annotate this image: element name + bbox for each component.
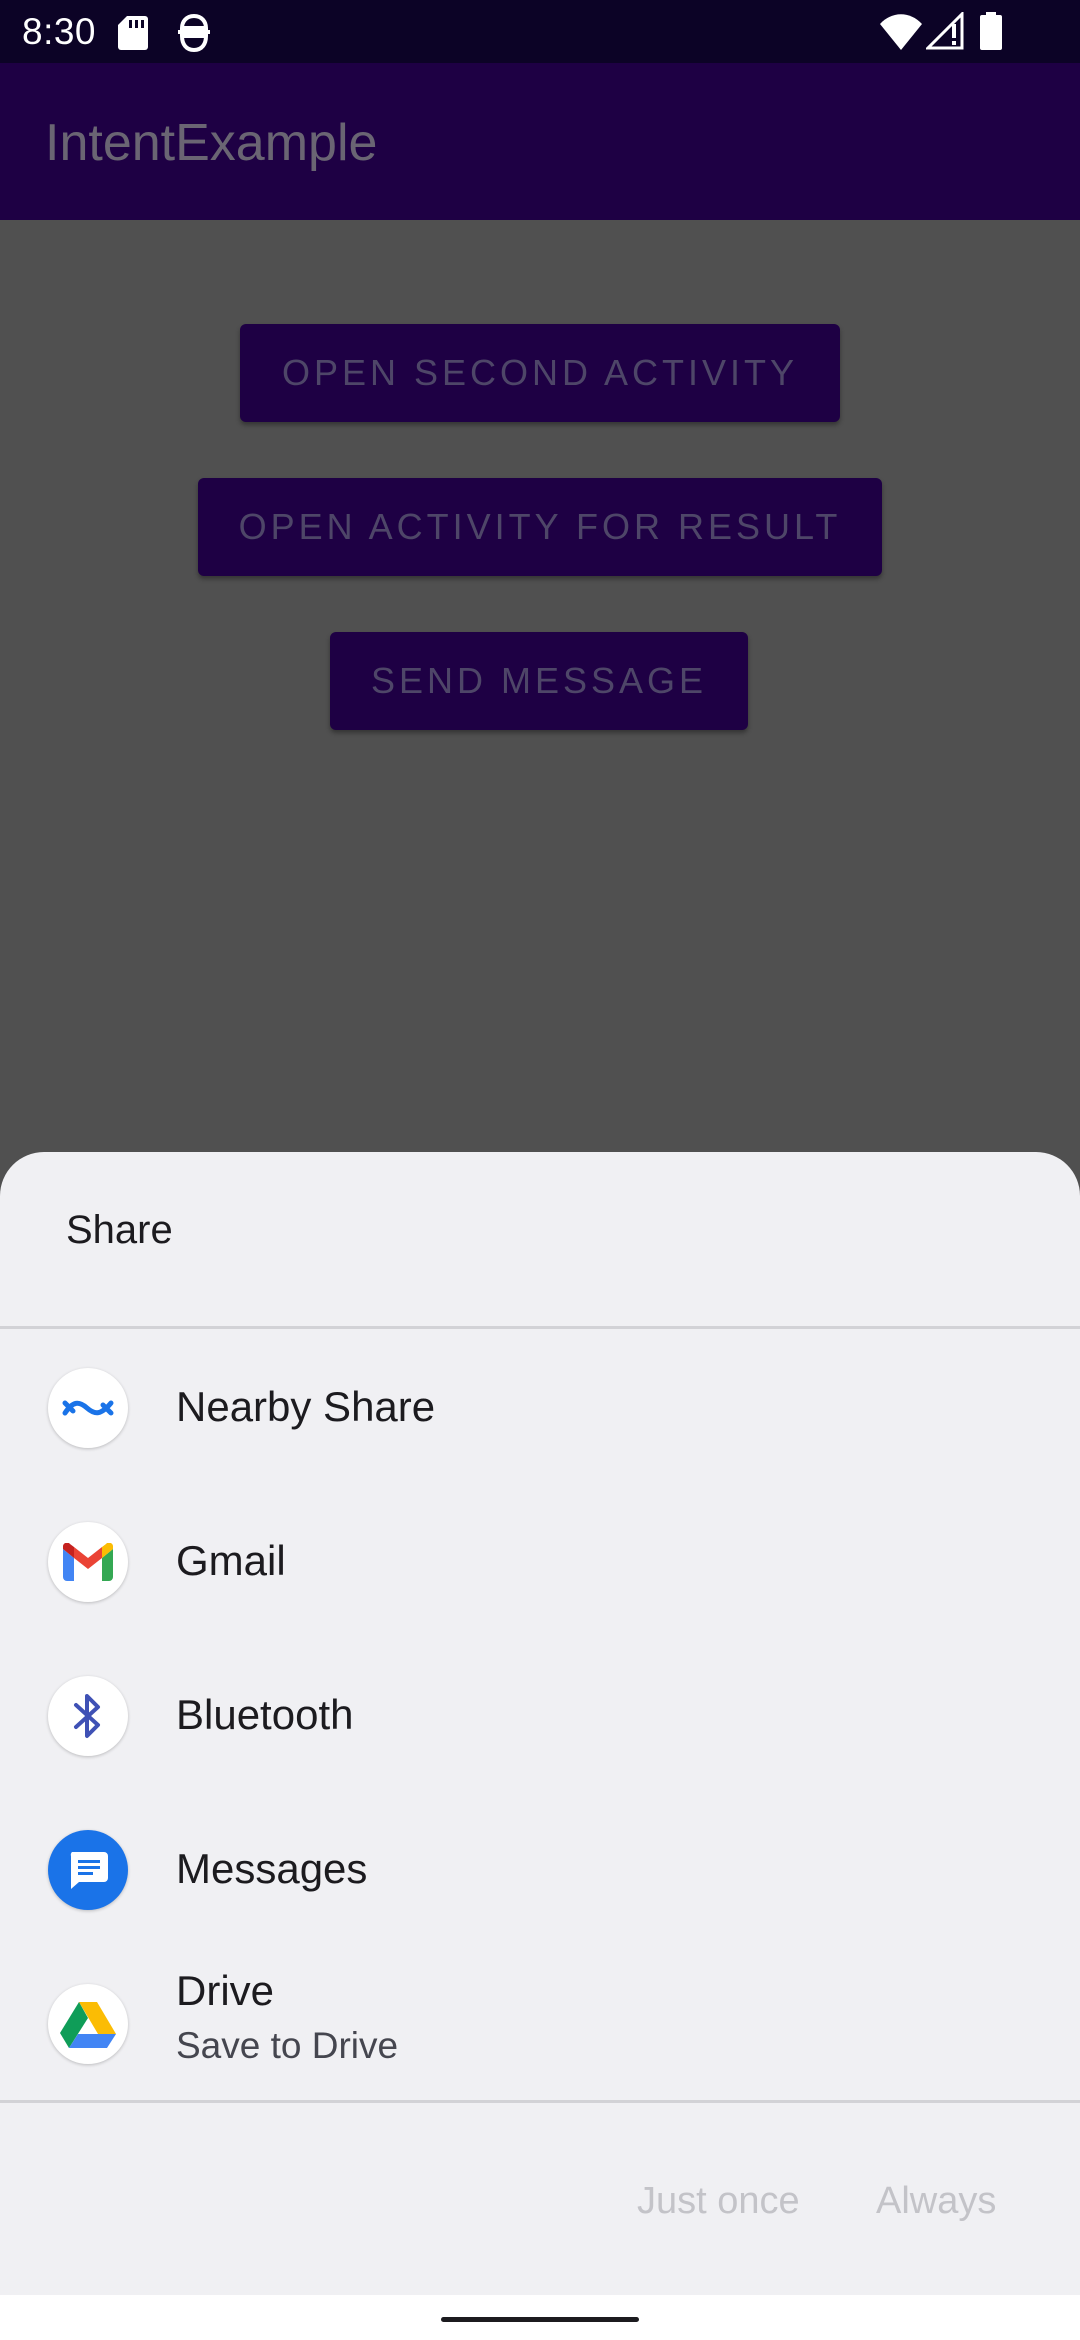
share-item-label: Drive [176,1967,275,2014]
battery-icon [980,12,1002,50]
bluetooth-icon [48,1676,128,1756]
divider [0,2100,1080,2103]
developer-icon [178,14,210,52]
status-bar: 8:30 [0,0,1080,63]
signal-icon [926,12,964,50]
messages-icon [48,1830,128,1910]
divider [0,1326,1080,1329]
activity-content: OPEN SECOND ACTIVITY OPEN ACTIVITY FOR R… [0,220,1080,1152]
share-item-label: Nearby Share [176,1383,436,1430]
share-sheet: Share Nearby Share Gmail Bluetooth Messa… [0,1152,1080,2295]
open-activity-for-result-button[interactable]: OPEN ACTIVITY FOR RESULT [198,478,882,576]
nearby-share-icon [48,1368,128,1448]
share-item-gmail[interactable]: Gmail [0,1484,1080,1638]
share-item-messages[interactable]: Messages [0,1792,1080,1946]
sd-card-icon [118,16,148,50]
share-item-bluetooth[interactable]: Bluetooth [0,1638,1080,1792]
share-item-nearby-share[interactable]: Nearby Share [0,1330,1080,1484]
app-title: IntentExample [45,114,378,172]
sheet-title: Share [66,1208,173,1252]
open-second-activity-button[interactable]: OPEN SECOND ACTIVITY [240,324,840,422]
gmail-icon [48,1522,128,1602]
share-item-drive[interactable]: Drive Save to Drive [0,1946,1080,2100]
share-item-label: Bluetooth [176,1691,354,1738]
share-item-label: Gmail [176,1537,286,1584]
home-gesture-handle[interactable] [441,2317,639,2322]
just-once-button[interactable]: Just once [637,2178,800,2224]
wifi-icon [880,14,922,50]
share-item-sublabel: Save to Drive [176,2025,399,2066]
drive-icon [48,1984,128,2064]
status-time: 8:30 [22,11,97,52]
navigation-bar [0,2295,1080,2340]
always-button[interactable]: Always [876,2178,996,2224]
app-bar: IntentExample [0,63,1080,220]
send-message-button[interactable]: SEND MESSAGE [330,632,748,730]
share-item-label: Messages [176,1845,368,1892]
